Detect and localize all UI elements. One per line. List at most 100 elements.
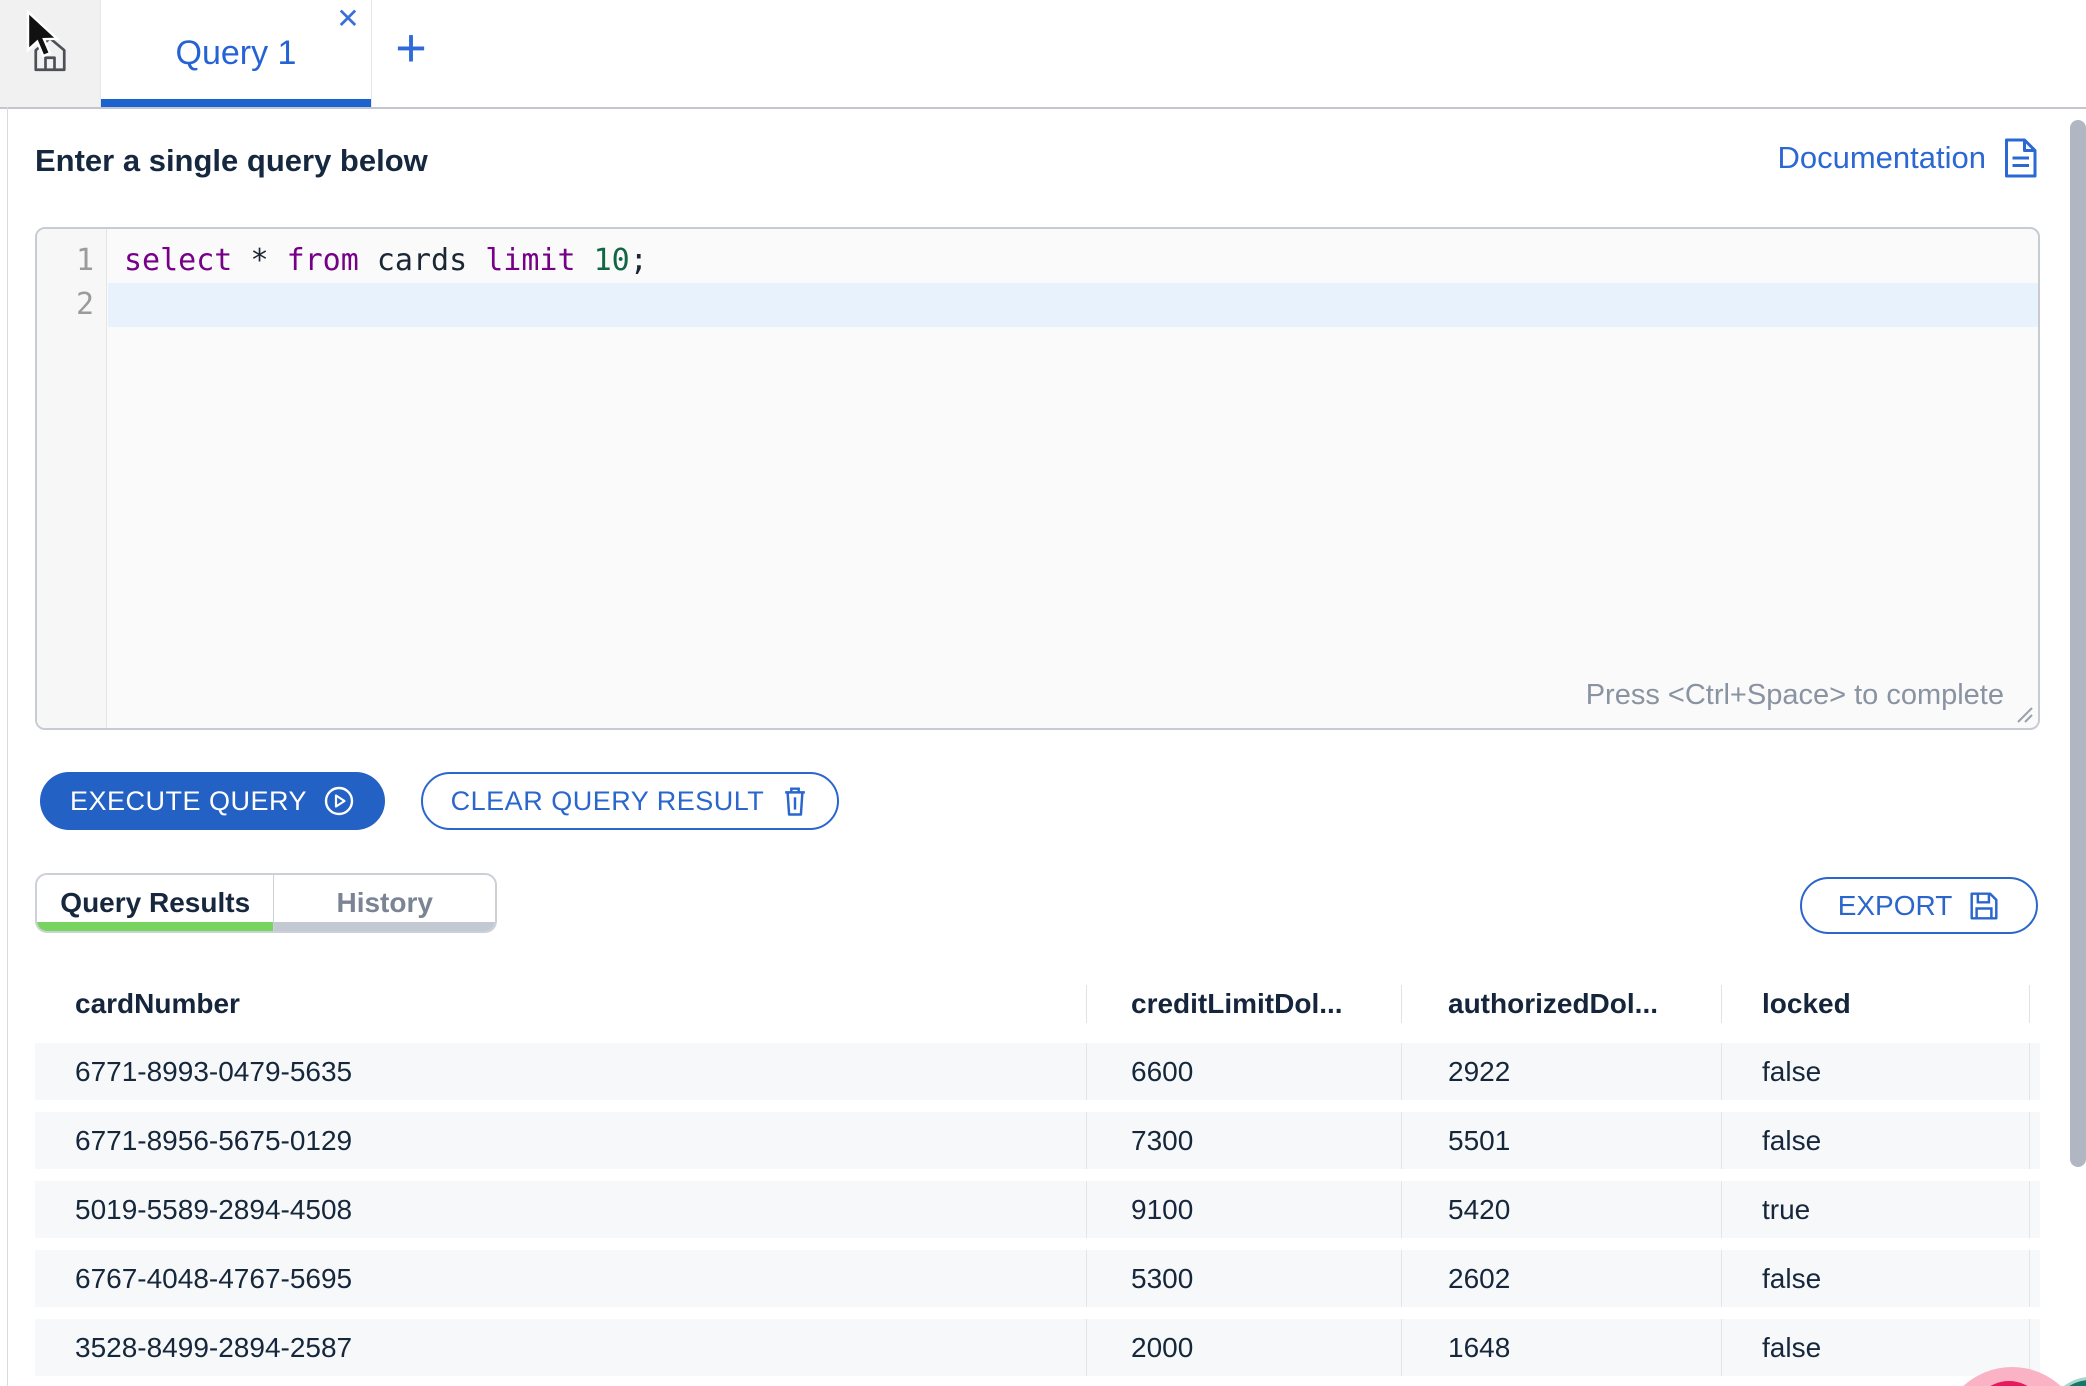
code-token: * xyxy=(250,243,268,278)
tab-query-results[interactable]: Query Results xyxy=(37,875,273,931)
table-cell: 1648 xyxy=(1448,1319,1510,1376)
table-cell: false xyxy=(1762,1112,1821,1169)
vertical-scrollbar[interactable] xyxy=(2070,120,2086,1167)
table-cell: true xyxy=(1762,1181,1810,1238)
column-divider xyxy=(1086,1319,1087,1376)
editor-gutter: 12 xyxy=(37,229,107,728)
export-button[interactable]: EXPORT xyxy=(1800,877,2038,934)
column-divider xyxy=(1086,1043,1087,1100)
table-cell: 9100 xyxy=(1131,1181,1193,1238)
code-token xyxy=(232,243,250,278)
column-divider xyxy=(1401,1319,1402,1376)
column-divider xyxy=(1401,1181,1402,1238)
code-line[interactable] xyxy=(108,283,2038,327)
table-cell: false xyxy=(1762,1250,1821,1307)
table-cell: 6771-8993-0479-5635 xyxy=(75,1043,352,1100)
code-line[interactable]: select * from cards limit 10; xyxy=(108,239,2038,283)
table-cell: 5019-5589-2894-4508 xyxy=(75,1181,352,1238)
column-divider xyxy=(1401,1043,1402,1100)
resize-handle-icon[interactable] xyxy=(2012,702,2034,724)
code-token xyxy=(269,243,287,278)
column-divider xyxy=(1401,985,1402,1023)
execute-query-label: EXECUTE QUERY xyxy=(70,786,307,817)
code-token: ; xyxy=(630,243,648,278)
column-divider xyxy=(1401,1250,1402,1307)
clear-query-result-label: CLEAR QUERY RESULT xyxy=(451,786,765,817)
table-body: 6771-8993-0479-563566002922false6771-895… xyxy=(35,1043,2040,1386)
table-cell: 5300 xyxy=(1131,1250,1193,1307)
table-row[interactable]: 6771-8956-5675-0129 7300 5501 false xyxy=(35,1112,2040,1169)
export-label: EXPORT xyxy=(1838,890,1953,922)
page-title: Enter a single query below xyxy=(35,143,428,179)
table-row[interactable]: 6767-4048-4767-5695 5300 2602 false xyxy=(35,1250,2040,1307)
code-token: limit xyxy=(485,243,575,278)
column-divider xyxy=(2029,1181,2030,1238)
close-tab-icon[interactable]: ✕ xyxy=(331,2,365,36)
table-row[interactable]: 5019-5589-2894-4508 9100 5420 true xyxy=(35,1181,2040,1238)
column-divider xyxy=(2029,1112,2030,1169)
code-token: 10 xyxy=(594,243,630,278)
execute-query-button[interactable]: EXECUTE QUERY xyxy=(40,772,385,830)
active-tab-underline xyxy=(101,99,371,107)
table-cell: 2000 xyxy=(1131,1319,1193,1376)
table-cell: 2602 xyxy=(1448,1250,1510,1307)
column-header-cardnumber[interactable]: cardNumber xyxy=(75,978,240,1030)
tab-history[interactable]: History xyxy=(273,875,495,931)
table-cell: 5501 xyxy=(1448,1112,1510,1169)
code-token xyxy=(359,243,377,278)
tab-query-results-label: Query Results xyxy=(60,887,250,919)
column-divider xyxy=(2029,985,2030,1023)
table-cell: false xyxy=(1762,1043,1821,1100)
table-cell: false xyxy=(1762,1319,1821,1376)
clear-query-result-button[interactable]: CLEAR QUERY RESULT xyxy=(421,772,839,830)
table-cell: 6771-8956-5675-0129 xyxy=(75,1112,352,1169)
document-icon xyxy=(2000,137,2040,179)
tab-history-label: History xyxy=(336,887,432,919)
column-divider xyxy=(1086,1181,1087,1238)
column-header-creditlimit[interactable]: creditLimitDol... xyxy=(1131,978,1343,1030)
column-divider xyxy=(2029,1250,2030,1307)
trash-icon xyxy=(780,785,810,817)
column-divider xyxy=(1086,1112,1087,1169)
panel-left-border xyxy=(7,107,8,1386)
column-divider xyxy=(2029,1043,2030,1100)
column-header-authorized[interactable]: authorizedDol... xyxy=(1448,978,1658,1030)
table-header: cardNumber creditLimitDol... authorizedD… xyxy=(35,978,2040,1030)
line-number: 1 xyxy=(37,239,106,283)
column-divider xyxy=(1721,985,1722,1023)
results-tab-group: Query Results History xyxy=(35,873,497,933)
documentation-link[interactable]: Documentation xyxy=(1777,137,2040,179)
mouse-cursor xyxy=(22,10,66,62)
column-divider xyxy=(1721,1043,1722,1100)
tab-query-1[interactable]: Query 1 ✕ xyxy=(100,0,372,107)
table-cell: 7300 xyxy=(1131,1112,1193,1169)
active-results-underline xyxy=(37,922,273,931)
table-cell: 6767-4048-4767-5695 xyxy=(75,1250,352,1307)
code-token: from xyxy=(287,243,359,278)
column-divider xyxy=(1086,1250,1087,1307)
table-row[interactable]: 3528-8499-2894-2587 2000 1648 false xyxy=(35,1319,2040,1376)
editor-code[interactable]: select * from cards limit 10; xyxy=(108,229,2038,730)
table-cell: 2922 xyxy=(1448,1043,1510,1100)
tab-bar: Query 1 ✕ + xyxy=(0,0,2086,109)
column-header-locked[interactable]: locked xyxy=(1762,978,1851,1030)
table-cell: 3528-8499-2894-2587 xyxy=(75,1319,352,1376)
app-window: Query 1 ✕ + Enter a single query below D… xyxy=(0,0,2086,1386)
query-header-row: Enter a single query below Documentation xyxy=(35,143,2040,193)
autocomplete-hint: Press <Ctrl+Space> to complete xyxy=(1586,679,2004,712)
table-row[interactable]: 6771-8993-0479-5635 6600 2922 false xyxy=(35,1043,2040,1100)
table-cell: 5420 xyxy=(1448,1181,1510,1238)
column-divider xyxy=(1721,1181,1722,1238)
action-button-row: EXECUTE QUERY CLEAR QUERY RESULT xyxy=(40,772,839,830)
table-cell: 6600 xyxy=(1131,1043,1193,1100)
documentation-label: Documentation xyxy=(1777,140,1986,176)
column-divider xyxy=(1721,1112,1722,1169)
new-tab-button[interactable]: + xyxy=(383,8,439,88)
code-token xyxy=(467,243,485,278)
save-icon xyxy=(1968,890,2000,922)
sql-editor[interactable]: 12 select * from cards limit 10; Press <… xyxy=(35,227,2040,730)
column-divider xyxy=(2029,1319,2030,1376)
history-underline xyxy=(274,922,495,931)
code-token xyxy=(576,243,594,278)
line-number: 2 xyxy=(37,283,106,327)
